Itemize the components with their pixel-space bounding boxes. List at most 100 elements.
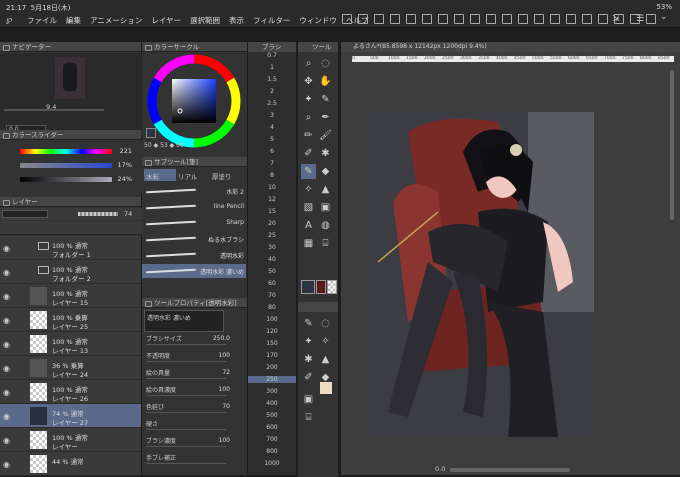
brush-size-item[interactable]: 30 — [248, 244, 296, 251]
export-icon[interactable] — [406, 14, 416, 24]
brush-size-item[interactable]: 700 — [248, 436, 296, 443]
color-slider-header[interactable]: カラースライダー — [0, 130, 141, 140]
brush-size-item[interactable]: 300 — [248, 388, 296, 395]
save-icon[interactable] — [390, 14, 400, 24]
visibility-eye-icon[interactable]: ◉ — [3, 316, 10, 325]
brush-size-item[interactable]: 60 — [248, 280, 296, 287]
visibility-eye-icon[interactable]: ◉ — [3, 340, 10, 349]
app-logo-icon[interactable]: ℘ — [6, 15, 18, 25]
quick-tool-10-icon[interactable]: ⌸ — [301, 410, 316, 425]
main-color-swatch[interactable] — [146, 128, 156, 138]
airbrush-tool-icon[interactable]: ✐ — [301, 146, 316, 161]
property-row[interactable]: 絵の具濃度 100 — [146, 385, 242, 396]
navigator-view[interactable]: 9.4 0.0 — [0, 53, 142, 138]
visibility-eye-icon[interactable]: ◉ — [3, 388, 10, 397]
tab-thick[interactable]: 厚塗り — [212, 171, 232, 181]
property-slider[interactable] — [146, 361, 226, 362]
layer-row[interactable]: ◉ 100 % 通常 レイヤー 15 — [0, 284, 141, 308]
layer-row[interactable]: ◉ 100 % 通常 フォルダー 2 — [0, 260, 141, 284]
select-all-icon[interactable] — [502, 14, 512, 24]
menu-file[interactable]: ファイル — [27, 15, 57, 26]
layer-row[interactable]: ◉ 100 % 通常 レイヤー 26 — [0, 380, 141, 404]
property-slider[interactable] — [146, 429, 226, 430]
property-slider[interactable] — [146, 446, 226, 447]
brush-size-item[interactable]: 10 — [248, 184, 296, 191]
visibility-eye-icon[interactable]: ◉ — [3, 364, 10, 373]
ruler-icon[interactable] — [598, 14, 608, 24]
property-slider[interactable] — [146, 463, 226, 464]
brush-size-item[interactable]: 150 — [248, 340, 296, 347]
brush-size-item[interactable]: 25 — [248, 232, 296, 239]
fill-icon[interactable] — [470, 14, 480, 24]
deselect-icon[interactable] — [518, 14, 528, 24]
menu-window[interactable]: ウィンドウ — [299, 15, 337, 26]
brush-size-item[interactable]: 5 — [248, 136, 296, 143]
transparent-color-chip[interactable] — [327, 280, 337, 294]
brush-size-item[interactable]: 250 — [248, 376, 296, 383]
menu-animation[interactable]: アニメーション — [90, 15, 142, 26]
open-icon[interactable] — [374, 14, 384, 24]
folder-icon[interactable] — [38, 242, 49, 250]
eyedropper-tool-icon[interactable]: ✎ — [318, 92, 333, 107]
lasso-tool-icon[interactable]: ◌ — [318, 56, 333, 71]
property-slider[interactable] — [146, 412, 226, 413]
search-tool-icon[interactable]: ⌕ — [301, 110, 316, 125]
opacity-slider[interactable] — [78, 212, 118, 216]
tool-property-header[interactable]: ツールプロパティ[透明水彩] — [142, 298, 247, 308]
color-circle-header[interactable]: カラーサークル — [142, 42, 247, 52]
menu-edit[interactable]: 編集 — [66, 15, 81, 26]
property-row[interactable]: 硬さ — [146, 419, 242, 430]
horizontal-scrollbar[interactable] — [450, 468, 570, 472]
brush-tool-icon[interactable]: 🖌 — [318, 128, 333, 143]
brush-size-item[interactable]: 70 — [248, 292, 296, 299]
tab-real[interactable]: リアル — [178, 171, 197, 181]
blend-mode-select[interactable] — [2, 210, 48, 218]
menu-selection[interactable]: 選択範囲 — [190, 15, 220, 26]
ruler-tool-icon[interactable]: ⌸ — [318, 236, 333, 251]
brush-size-item[interactable]: 7 — [248, 160, 296, 167]
brush-size-item[interactable]: 800 — [248, 448, 296, 455]
layer-row[interactable]: ◉ 100 % 乗算 レイヤー 25 — [0, 308, 141, 332]
canvas-tab[interactable]: よるさん*(85.8598 x 12142px 1200dpi 9.4%) — [341, 42, 680, 52]
brush-item[interactable]: 透明水彩 — [142, 248, 246, 262]
panel-toggle-icon[interactable]: ⇲ — [612, 14, 624, 24]
brush-size-item[interactable]: 200 — [248, 364, 296, 371]
property-row[interactable]: 不透明度 100 — [146, 351, 242, 362]
clear-icon[interactable] — [454, 14, 464, 24]
quick-color-swatch[interactable] — [320, 382, 332, 394]
brush-size-header[interactable]: ブラシ — [248, 42, 296, 52]
brush-size-item[interactable]: 6 — [248, 148, 296, 155]
hand-tool-icon[interactable]: ✋ — [318, 74, 333, 89]
layer-header[interactable]: レイヤー — [0, 197, 141, 207]
brush-size-item[interactable]: 500 — [248, 412, 296, 419]
hue-slider[interactable] — [20, 149, 112, 154]
brush-size-item[interactable]: 3 — [248, 112, 296, 119]
brush-size-item[interactable]: 600 — [248, 424, 296, 431]
property-slider[interactable] — [146, 378, 226, 379]
subtool-header[interactable]: サブツール[筆] — [142, 157, 247, 167]
layer-row[interactable]: ◉ 100 % 通常 レイヤー — [0, 428, 141, 452]
balloon-tool-icon[interactable]: ◍ — [318, 218, 333, 233]
menu-view[interactable]: 表示 — [229, 15, 244, 26]
menu-layer[interactable]: レイヤー — [151, 15, 181, 26]
layer-row[interactable]: ◉ 74 % 通常 レイヤー 27 — [0, 404, 141, 428]
menu-icon[interactable] — [342, 14, 352, 24]
saturation-slider[interactable] — [20, 163, 112, 168]
layer-row[interactable]: ◉ 100 % 通常 レイヤー 13 — [0, 332, 141, 356]
brush-size-item[interactable]: 170 — [248, 352, 296, 359]
property-slider[interactable] — [146, 395, 226, 396]
visibility-eye-icon[interactable]: ◉ — [3, 292, 10, 301]
quick-tool-1-icon[interactable]: ✎ — [301, 316, 316, 331]
value-slider[interactable] — [20, 177, 112, 182]
property-row[interactable]: 色延び 70 — [146, 402, 242, 413]
brush-item[interactable]: 透明水彩 濃いめ — [142, 264, 246, 278]
brush-size-item[interactable]: 0.7 — [248, 52, 296, 59]
brush-size-item[interactable]: 2.5 — [248, 100, 296, 107]
quick-tool-6-icon[interactable]: ▲ — [318, 352, 333, 367]
more-icon[interactable]: ☰ — [636, 14, 648, 24]
brush-size-item[interactable]: 15 — [248, 208, 296, 215]
property-row[interactable]: 絵の具量 72 — [146, 368, 242, 379]
tab-watercolor[interactable]: 水彩 — [144, 169, 176, 181]
quick-tool-5-icon[interactable]: ✱ — [301, 352, 316, 367]
undo-icon[interactable] — [422, 14, 432, 24]
